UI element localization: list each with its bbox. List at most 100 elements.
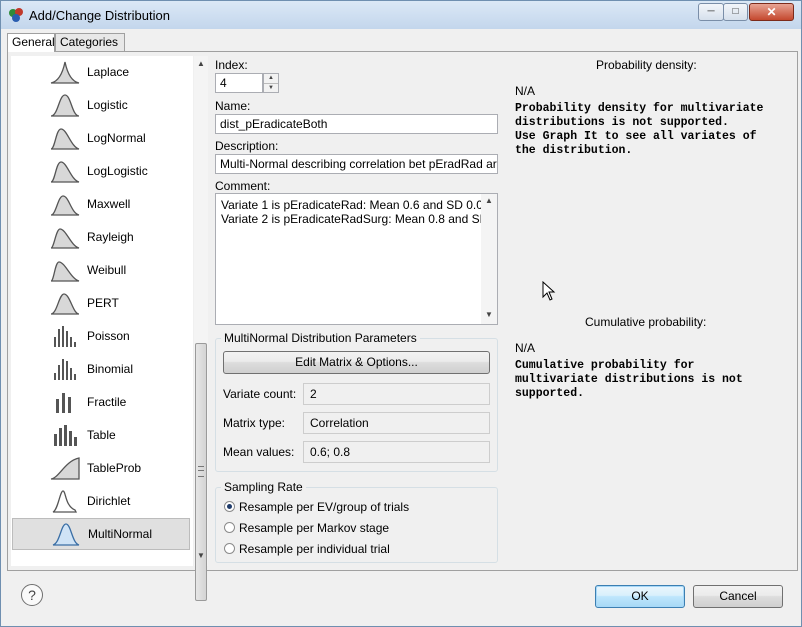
list-item-label: Table [87,428,116,442]
cancel-button[interactable]: Cancel [693,585,783,608]
list-item-label: MultiNormal [88,527,153,541]
window-title: Add/Change Distribution [29,8,170,23]
list-item-laplace[interactable]: Laplace [11,56,191,88]
list-item-label: Fractile [87,395,127,409]
distribution-list[interactable]: Laplace Logistic LogNormal LogLogistic M… [11,56,193,566]
density-na: N/A [515,84,536,98]
close-icon: ✕ [766,5,777,19]
list-item-label: LogLogistic [87,164,148,178]
maximize-icon: □ [732,6,739,17]
radio-resample-ev-label[interactable]: Resample per EV/group of trials [239,500,409,514]
list-item-pert[interactable]: PERT [11,287,191,319]
list-item-rayleigh[interactable]: Rayleigh [11,221,191,253]
density-message-line: distributions is not supported. [515,116,729,129]
list-item-multinormal[interactable]: MultiNormal [12,518,190,550]
list-item-label: Poisson [87,329,130,343]
description-input[interactable]: Multi-Normal describing correlation bet … [215,154,498,174]
index-label: Index: [215,58,248,72]
list-item-label: Rayleigh [87,230,134,244]
mean-values-label: Mean values: [223,445,295,459]
skewed-curve-icon [50,195,80,216]
mean-values-value: 0.6; 0.8 [303,441,490,463]
multinormal-curve-icon [52,523,80,546]
skewed-curve-icon [50,228,80,249]
list-item-tableprob[interactable]: TableProb [11,452,191,484]
list-item-label: Maxwell [87,197,131,211]
help-icon[interactable]: ? [21,584,43,606]
spinner-down-icon[interactable]: ▼ [264,84,278,93]
mouse-cursor-icon [542,281,556,301]
list-item-dirichlet[interactable]: Dirichlet [11,485,191,517]
bell-curve-icon [50,293,80,315]
laplace-curve-icon [50,61,80,84]
matrix-type-value: Correlation [303,412,490,434]
cumulative-message-line: supported. [515,387,585,400]
cumulative-na: N/A [515,341,536,355]
scroll-up-icon[interactable]: ▲ [484,196,494,206]
comment-line: Variate 2 is pEradicateRadSurg: Mean 0.8… [221,212,489,226]
list-item-label: Binomial [87,362,134,376]
list-item-binomial[interactable]: Binomial [11,353,191,385]
tab-categories[interactable]: Categories [55,33,125,51]
params-group-title: MultiNormal Distribution Parameters [221,331,420,345]
spinner-up-icon[interactable]: ▲ [264,74,278,84]
fractile-bars-icon [56,393,71,413]
scroll-down-icon[interactable]: ▼ [484,310,494,320]
list-item-logistic[interactable]: Logistic [11,89,191,121]
radio-resample-markov-label[interactable]: Resample per Markov stage [239,521,389,535]
ramp-curve-icon [50,457,80,480]
index-spinner[interactable]: ▲ ▼ [263,73,279,93]
minimize-button[interactable]: ─ [698,3,724,21]
tab-general[interactable]: General [7,33,55,52]
title-bar[interactable]: Add/Change Distribution ─ □ ✕ [1,1,801,29]
list-item-weibull[interactable]: Weibull [11,254,191,286]
cumulative-message-line: Cumulative probability for [515,359,695,372]
close-button[interactable]: ✕ [749,3,794,21]
list-item-label: TableProb [87,461,142,475]
density-title: Probability density: [596,58,697,72]
radio-resample-markov[interactable] [224,522,235,533]
list-item-label: Dirichlet [87,494,131,508]
scroll-down-icon[interactable]: ▼ [196,551,206,561]
bell-curve-icon [50,94,80,117]
scrollbar-thumb[interactable] [195,343,207,601]
index-input[interactable]: 4 [215,73,263,93]
list-item-fractile[interactable]: Fractile [11,386,191,418]
ok-button[interactable]: OK [595,585,685,608]
distribution-list-scrollbar[interactable]: ▲ ▼ [194,56,208,601]
variate-count-label: Variate count: [223,387,297,401]
list-item-label: LogNormal [87,131,146,145]
list-item-label: PERT [87,296,119,310]
list-item-loglogistic[interactable]: LogLogistic [11,155,191,187]
radio-resample-trial[interactable] [224,543,235,554]
matrix-type-label: Matrix type: [223,416,286,430]
minimize-icon: ─ [707,6,715,17]
list-item-maxwell[interactable]: Maxwell [11,188,191,220]
table-bars-icon [54,425,77,446]
list-item-table[interactable]: Table [11,419,191,451]
skewed-curve-icon [50,161,80,183]
discrete-bars-icon [54,359,76,380]
name-label: Name: [215,99,251,113]
list-item-label: Logistic [87,98,128,112]
edit-matrix-button[interactable]: Edit Matrix & Options... [223,351,490,374]
cumulative-title: Cumulative probability: [585,315,707,329]
list-item-lognormal[interactable]: LogNormal [11,122,191,154]
density-message-line: the distribution. [515,144,633,157]
comment-scrollbar[interactable]: ▲ ▼ [481,194,497,324]
name-input[interactable]: dist_pEradicateBoth [215,114,498,134]
discrete-bars-icon [54,326,76,347]
comment-label: Comment: [215,179,271,193]
list-item-label: Weibull [87,263,127,277]
scroll-up-icon[interactable]: ▲ [196,59,206,69]
radio-resample-ev[interactable] [224,501,235,512]
maximize-button[interactable]: □ [723,3,748,21]
sampling-group-title: Sampling Rate [221,480,306,494]
density-message-line: Probability density for multivariate [515,102,764,115]
cumulative-message-line: multivariate distributions is not [515,373,743,386]
list-item-poisson[interactable]: Poisson [11,320,191,352]
radio-resample-trial-label[interactable]: Resample per individual trial [239,542,390,556]
comment-textarea[interactable]: Variate 1 is pEradicateRad: Mean 0.6 and… [215,193,498,325]
grip-icon [198,466,204,477]
list-item-label: Laplace [87,65,130,79]
